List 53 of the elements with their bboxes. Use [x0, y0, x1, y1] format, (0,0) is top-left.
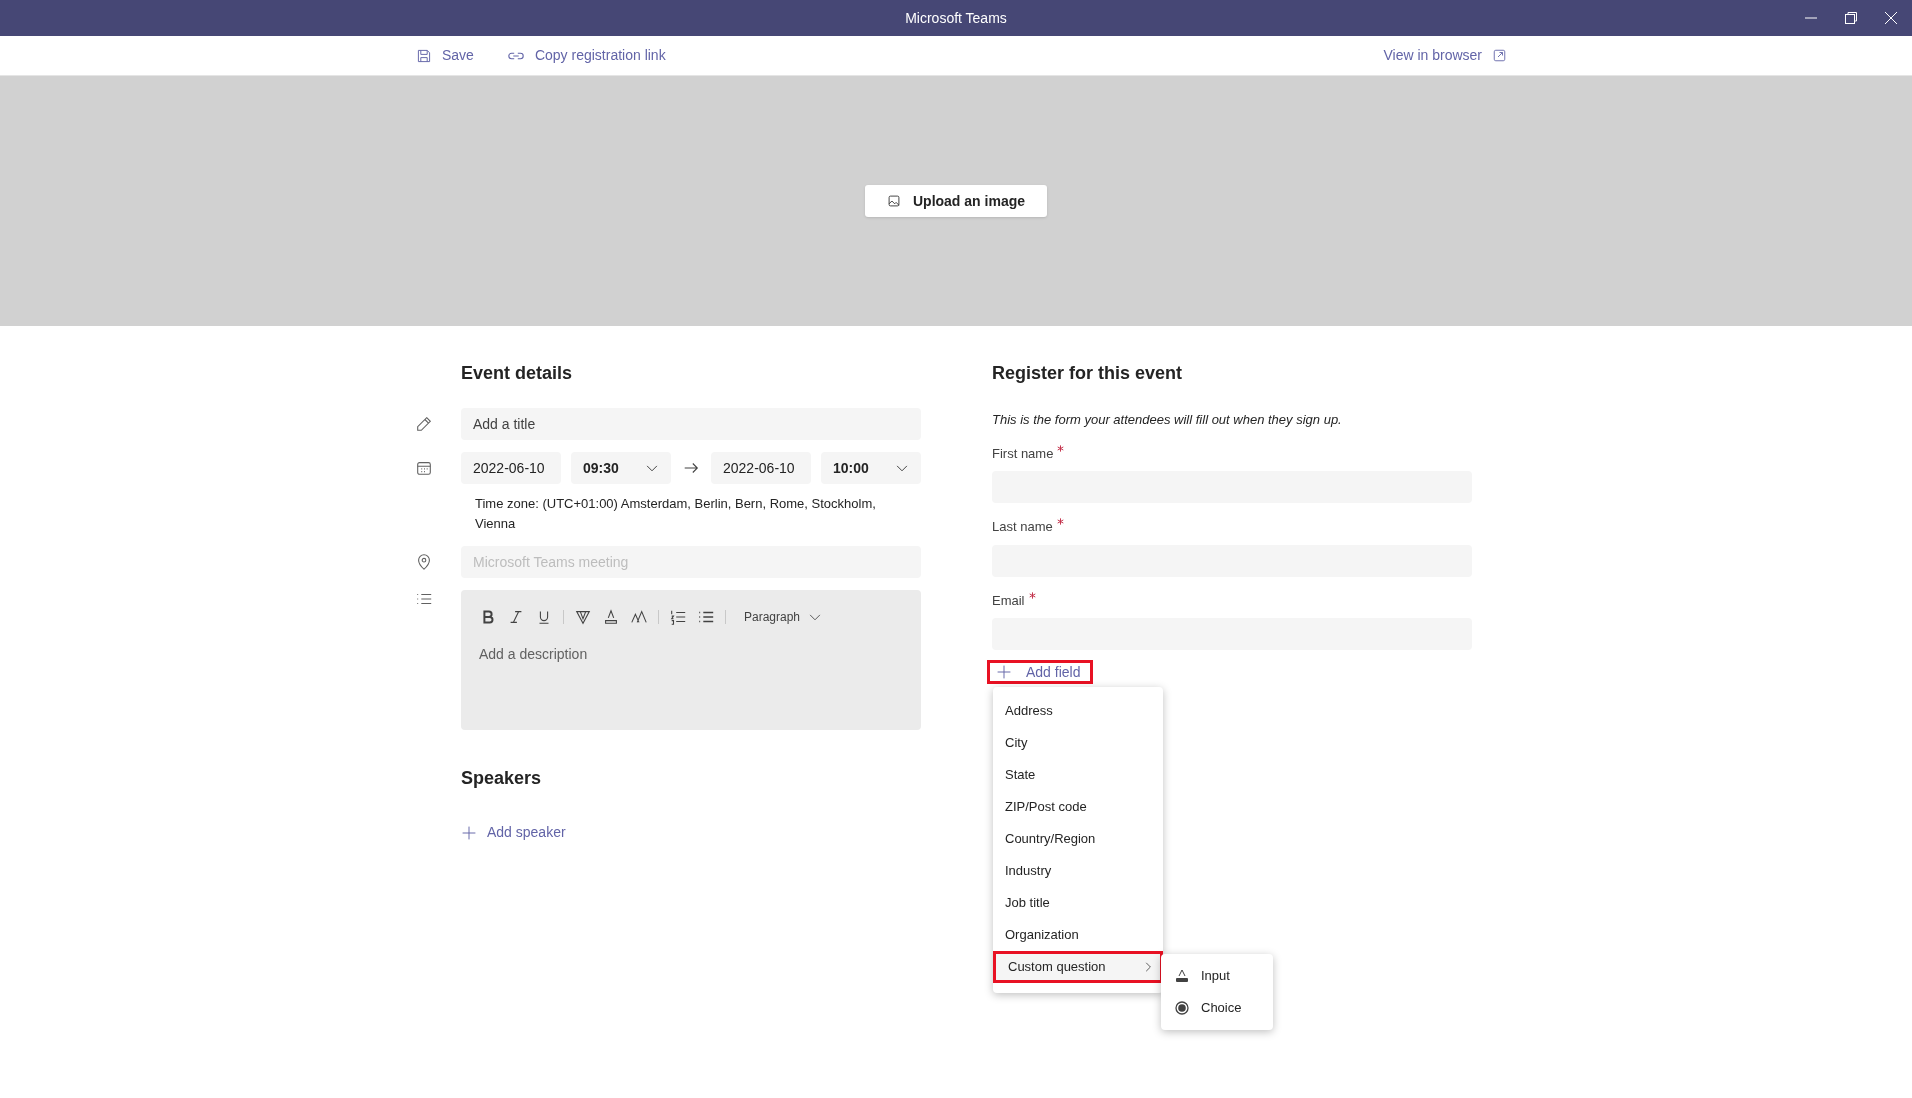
add-field-button[interactable]: Add field [987, 660, 1093, 684]
section-heading: Speakers [461, 768, 542, 788]
field-label: First name [992, 444, 1054, 463]
image-icon [887, 194, 901, 208]
end-time-dropdown[interactable]: 10:00 [821, 452, 921, 484]
location-input[interactable]: Microsoft Teams meeting [461, 546, 921, 578]
close-icon [1884, 11, 1898, 25]
plus-icon [996, 664, 1012, 680]
field-label: Email [992, 591, 1025, 610]
copy-link-button[interactable]: Copy registration link [506, 45, 666, 66]
location-pin-icon [415, 553, 433, 571]
external-link-icon [1492, 48, 1507, 63]
add-speaker-button[interactable]: Add speaker [461, 822, 566, 843]
menu-item[interactable]: Choice [1161, 992, 1273, 1024]
end-date-field[interactable]: 2022-06-10 [711, 452, 811, 484]
section-heading: Event details [461, 362, 573, 385]
menu-item[interactable]: State [993, 759, 1163, 791]
menu-item[interactable]: Custom question [993, 951, 1163, 983]
form-description: This is the form your attendees will fill out when they sign up. [992, 411, 1343, 429]
upload-image-button[interactable]: Upload an image [865, 185, 1047, 217]
time-zone-text: Time zone: (UTC+01:00) Amsterdam, Berlin, Bern, Rome, Stockholm, Vienna [475, 495, 877, 533]
highlighter-icon [574, 608, 592, 626]
restore-icon [1844, 11, 1858, 25]
description-editor[interactable]: Paragraph Add a description [461, 590, 921, 730]
section-heading: Register for this event [992, 362, 1183, 385]
start-time-dropdown[interactable]: 09:30 [571, 452, 671, 484]
calendar-icon [415, 459, 433, 477]
font-size-icon [630, 608, 648, 626]
field-label: Last name [992, 518, 1053, 536]
radio-icon [1175, 1001, 1189, 1015]
menu-item-label: Input [1201, 967, 1230, 986]
menu-item[interactable]: Organization [993, 919, 1163, 951]
description-placeholder: Add a description [479, 645, 589, 664]
menu-item[interactable]: Address [993, 695, 1163, 727]
menu-item[interactable]: Job title [993, 887, 1163, 919]
view-in-browser-link[interactable]: View in browser [1383, 45, 1507, 66]
menu-item[interactable]: City [993, 727, 1163, 759]
title-input[interactable]: Add a title [461, 408, 921, 440]
window-title: Microsoft Teams [905, 8, 1007, 28]
start-date-field[interactable]: 2022-06-10 [461, 452, 561, 484]
numbered-list-icon [669, 608, 687, 626]
menu-item-label: Choice [1201, 999, 1242, 1018]
pencil-icon [415, 415, 433, 433]
plus-icon [461, 824, 477, 841]
menu-item[interactable]: Input [1161, 960, 1273, 992]
save-button[interactable]: Save [416, 45, 474, 66]
menu-item[interactable]: ZIP/Post code [993, 791, 1163, 823]
menu-item[interactable]: Industry [993, 855, 1163, 887]
font-color-icon [602, 608, 620, 626]
paragraph-dropdown[interactable]: Paragraph [744, 608, 823, 626]
save-icon [416, 47, 432, 64]
menu-item[interactable]: Country/Region [993, 823, 1163, 855]
text-input-icon [1175, 969, 1189, 983]
